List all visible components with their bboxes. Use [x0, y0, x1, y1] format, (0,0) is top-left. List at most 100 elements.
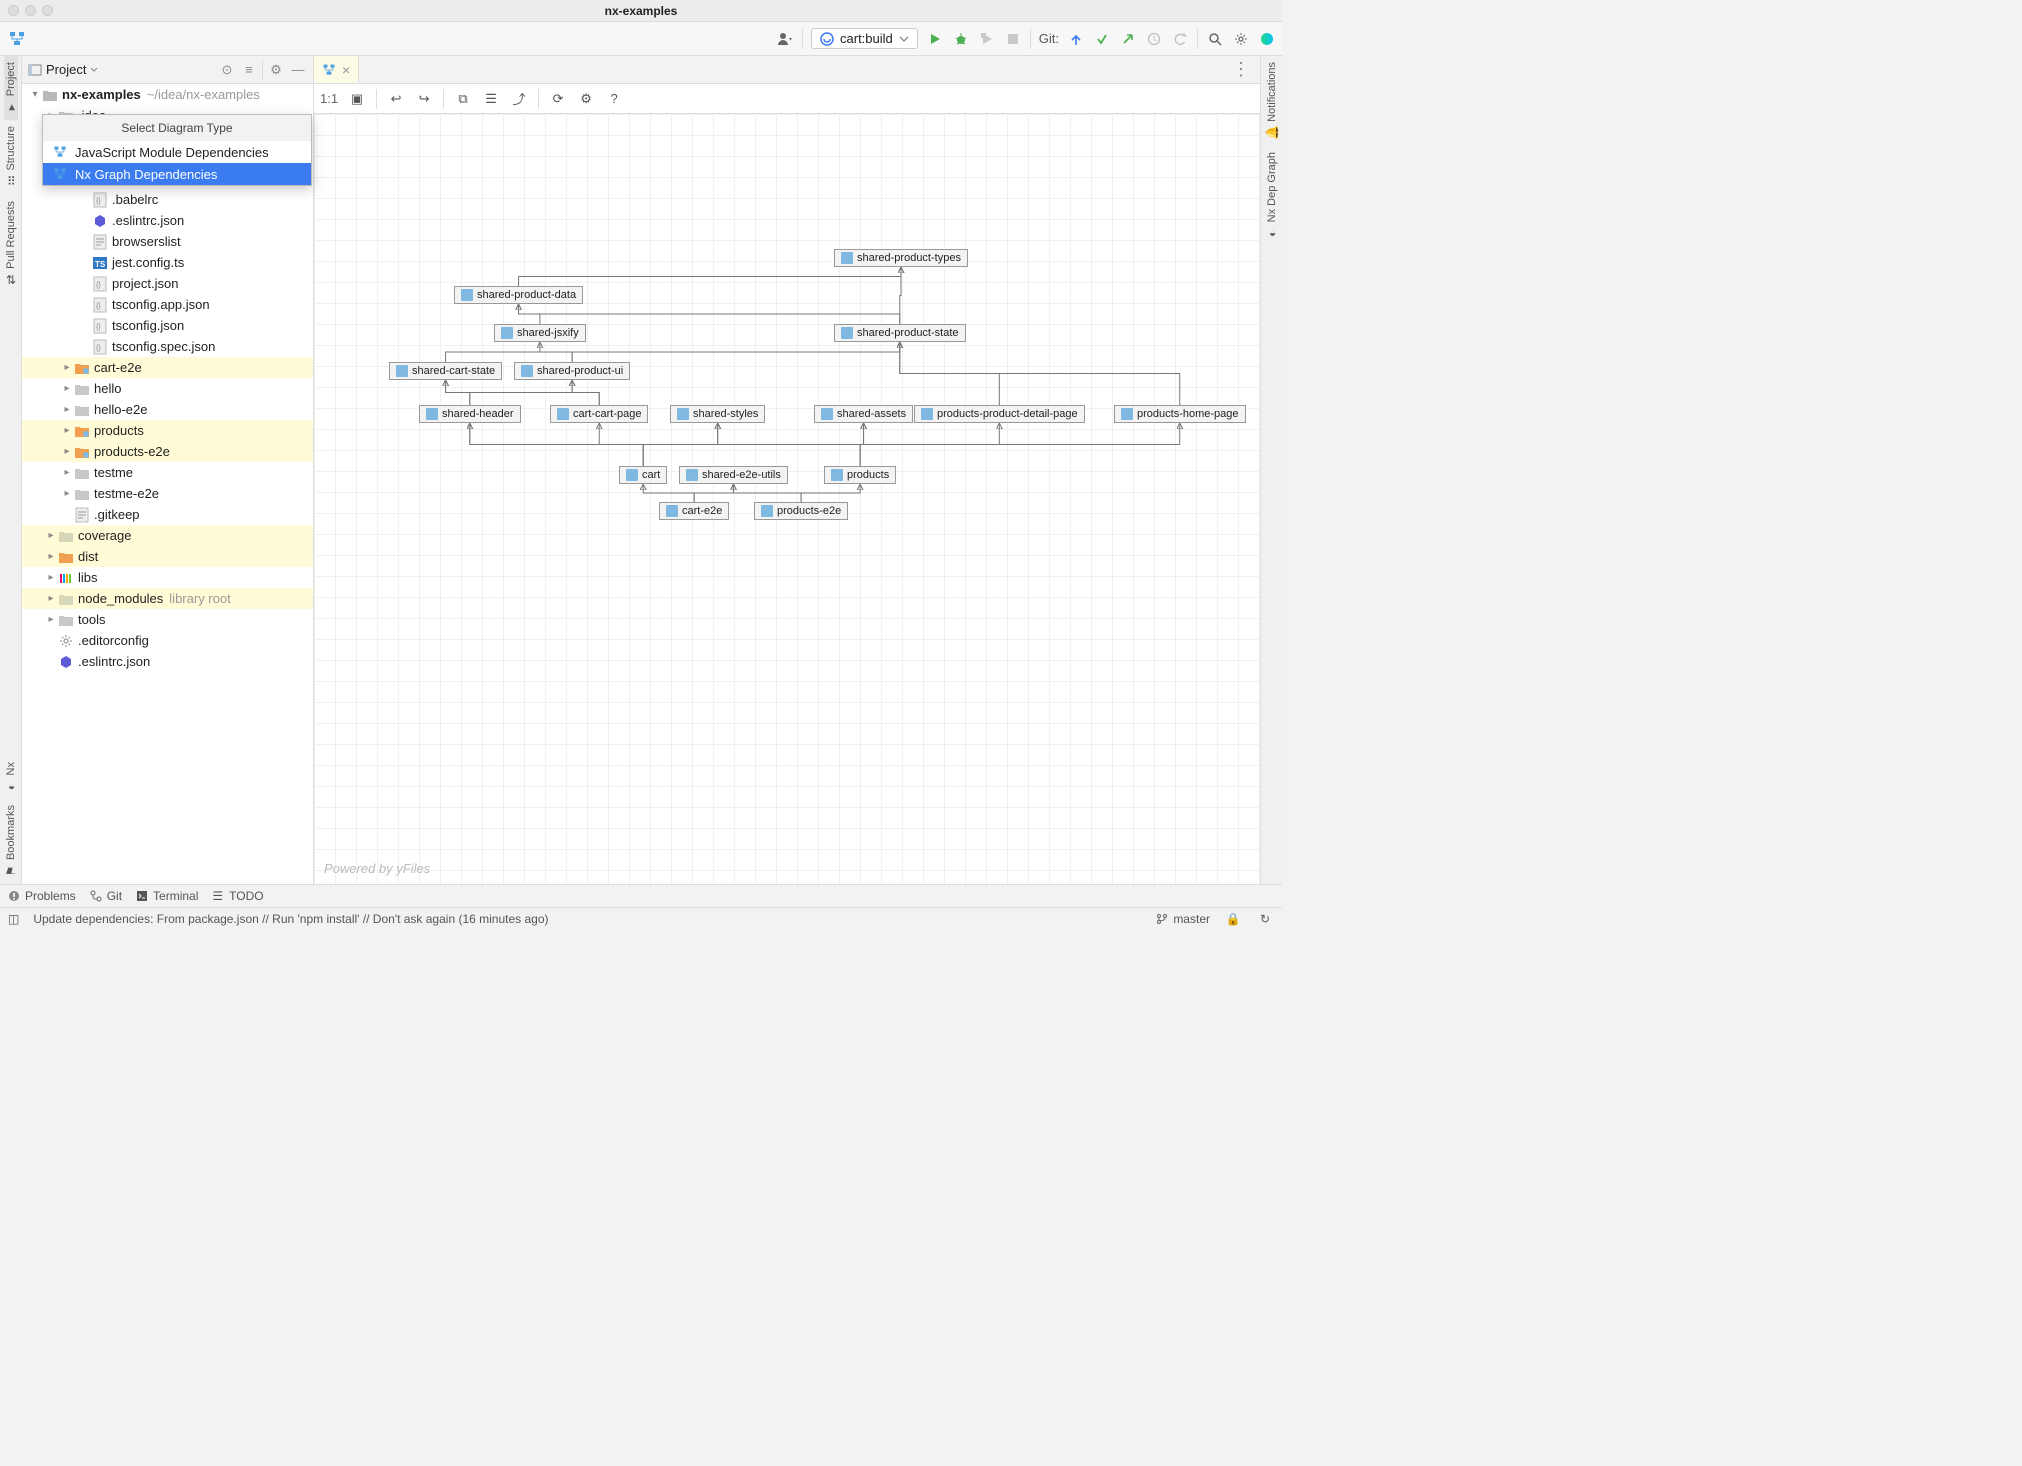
- tree-item[interactable]: ▸testme: [22, 462, 313, 483]
- commit-icon[interactable]: [1093, 30, 1111, 48]
- graph-node-label: shared-product-data: [477, 289, 576, 301]
- tree-item-label: hello: [94, 381, 121, 396]
- tree-item[interactable]: {}project.json: [22, 273, 313, 294]
- todo-tab[interactable]: ☰TODO: [212, 889, 263, 903]
- run-config-select[interactable]: cart:build: [811, 28, 918, 49]
- git-tab[interactable]: Git: [90, 889, 122, 903]
- diagram-canvas[interactable]: Powered by yFiles shared-product-typessh…: [314, 114, 1260, 884]
- tree-item[interactable]: {}.babelrc: [22, 189, 313, 210]
- tree-item[interactable]: ▸libs: [22, 567, 313, 588]
- refresh-icon[interactable]: ⟳: [549, 90, 567, 108]
- settings-icon[interactable]: [1232, 30, 1250, 48]
- gutter-notifications[interactable]: 🔔Notifications: [1265, 56, 1279, 146]
- problems-tab[interactable]: Problems: [8, 889, 76, 903]
- tree-item[interactable]: ▸cart-e2e: [22, 357, 313, 378]
- tree-item[interactable]: .eslintrc.json: [22, 210, 313, 231]
- run-config-label: cart:build: [840, 31, 893, 46]
- tree-item[interactable]: ▸products: [22, 420, 313, 441]
- folder-muted-icon: [58, 528, 74, 544]
- graph-node[interactable]: shared-e2e-utils: [679, 466, 788, 484]
- search-icon[interactable]: [1206, 30, 1224, 48]
- tree-item-label: dist: [78, 549, 98, 564]
- tree-item[interactable]: browserslist: [22, 231, 313, 252]
- graph-node[interactable]: shared-product-ui: [514, 362, 630, 380]
- gutter-nx-dep-graph[interactable]: ◐Nx Dep Graph: [1265, 146, 1279, 246]
- layout-icon[interactable]: ☰: [482, 90, 500, 108]
- diagram-tool-icon[interactable]: [6, 28, 28, 50]
- graph-node[interactable]: shared-product-types: [834, 249, 968, 267]
- graph-node[interactable]: products-product-detail-page: [914, 405, 1085, 423]
- tree-item[interactable]: .eslintrc.json: [22, 651, 313, 672]
- jb-toolbox-icon[interactable]: [1258, 30, 1276, 48]
- tree-item[interactable]: {}tsconfig.spec.json: [22, 336, 313, 357]
- project-view-selector[interactable]: Project: [28, 62, 214, 77]
- graph-node[interactable]: shared-assets: [814, 405, 913, 423]
- tree-item[interactable]: ▸hello-e2e: [22, 399, 313, 420]
- graph-node[interactable]: cart: [619, 466, 667, 484]
- graph-node[interactable]: cart-cart-page: [550, 405, 648, 423]
- graph-node[interactable]: products: [824, 466, 896, 484]
- gutter-bookmarks[interactable]: ⚑Bookmarks: [4, 799, 18, 884]
- graph-node[interactable]: shared-jsxify: [494, 324, 586, 342]
- tree-item[interactable]: ▸node_moduleslibrary root: [22, 588, 313, 609]
- lock-icon[interactable]: 🔒: [1224, 910, 1242, 928]
- history-icon[interactable]: [1145, 30, 1163, 48]
- diagram-tab[interactable]: ×: [314, 56, 359, 83]
- tree-item[interactable]: ▸products-e2e: [22, 441, 313, 462]
- graph-node[interactable]: shared-product-data: [454, 286, 583, 304]
- popup-item[interactable]: Nx Graph Dependencies: [43, 163, 311, 185]
- run-icon[interactable]: [926, 30, 944, 48]
- tree-item[interactable]: {}tsconfig.json: [22, 315, 313, 336]
- tree-item[interactable]: .editorconfig: [22, 630, 313, 651]
- zoom-1-1[interactable]: 1:1: [320, 91, 338, 106]
- close-tab-icon[interactable]: ×: [342, 62, 350, 78]
- expand-all-icon[interactable]: ≡: [240, 61, 258, 79]
- debug-icon[interactable]: [952, 30, 970, 48]
- back-icon[interactable]: ↩: [387, 90, 405, 108]
- graph-node[interactable]: shared-styles: [670, 405, 765, 423]
- fit-content-icon[interactable]: ▣: [348, 90, 366, 108]
- project-root[interactable]: ▾ nx-examples ~/idea/nx-examples: [22, 84, 313, 105]
- forward-icon[interactable]: ↪: [415, 90, 433, 108]
- tool-window-quick-access-icon[interactable]: ◫: [8, 912, 19, 926]
- export-icon[interactable]: ⤴: [510, 90, 528, 108]
- update-project-icon[interactable]: [1067, 30, 1085, 48]
- tree-item[interactable]: {}tsconfig.app.json: [22, 294, 313, 315]
- graph-node[interactable]: products-home-page: [1114, 405, 1246, 423]
- graph-node[interactable]: cart-e2e: [659, 502, 729, 520]
- gutter-pull-requests[interactable]: ⇅Pull Requests: [4, 195, 18, 293]
- gutter-nx[interactable]: ◐Nx: [4, 756, 18, 799]
- graph-node[interactable]: shared-product-state: [834, 324, 966, 342]
- project-tree[interactable]: ▸.idea▾apps▾cart▸src{}.babelrc.eslintrc.…: [22, 105, 313, 884]
- sync-icon[interactable]: ↻: [1256, 910, 1274, 928]
- gutter-project[interactable]: ▸Project: [4, 56, 18, 120]
- stop-icon[interactable]: [1004, 30, 1022, 48]
- editor-tabs-more-icon[interactable]: ⋮: [1222, 59, 1260, 80]
- git-branch[interactable]: master: [1156, 912, 1210, 926]
- gutter-structure[interactable]: ⠿Structure: [4, 120, 18, 195]
- graph-node[interactable]: products-e2e: [754, 502, 848, 520]
- status-message[interactable]: Update dependencies: From package.json /…: [33, 912, 548, 926]
- coverage-icon[interactable]: [978, 30, 996, 48]
- graph-node-label: products: [847, 469, 889, 481]
- help-icon[interactable]: ?: [605, 90, 623, 108]
- tree-item[interactable]: ▸hello: [22, 378, 313, 399]
- popup-item[interactable]: JavaScript Module Dependencies: [43, 141, 311, 163]
- tree-item[interactable]: .gitkeep: [22, 504, 313, 525]
- tree-item[interactable]: ▸testme-e2e: [22, 483, 313, 504]
- tree-item[interactable]: ▸coverage: [22, 525, 313, 546]
- diagram-settings-icon[interactable]: ⚙: [577, 90, 595, 108]
- copy-icon[interactable]: ⧉: [454, 90, 472, 108]
- select-opened-file-icon[interactable]: ⊙: [218, 61, 236, 79]
- graph-node[interactable]: shared-cart-state: [389, 362, 502, 380]
- rollback-icon[interactable]: [1171, 30, 1189, 48]
- user-with-dropdown-icon[interactable]: [776, 30, 794, 48]
- hide-panel-icon[interactable]: —: [289, 61, 307, 79]
- panel-settings-icon[interactable]: ⚙: [267, 61, 285, 79]
- tree-item[interactable]: TSjest.config.ts: [22, 252, 313, 273]
- push-icon[interactable]: [1119, 30, 1137, 48]
- tree-item[interactable]: ▸tools: [22, 609, 313, 630]
- graph-node[interactable]: shared-header: [419, 405, 521, 423]
- terminal-tab[interactable]: Terminal: [136, 889, 198, 903]
- tree-item[interactable]: ▸dist: [22, 546, 313, 567]
